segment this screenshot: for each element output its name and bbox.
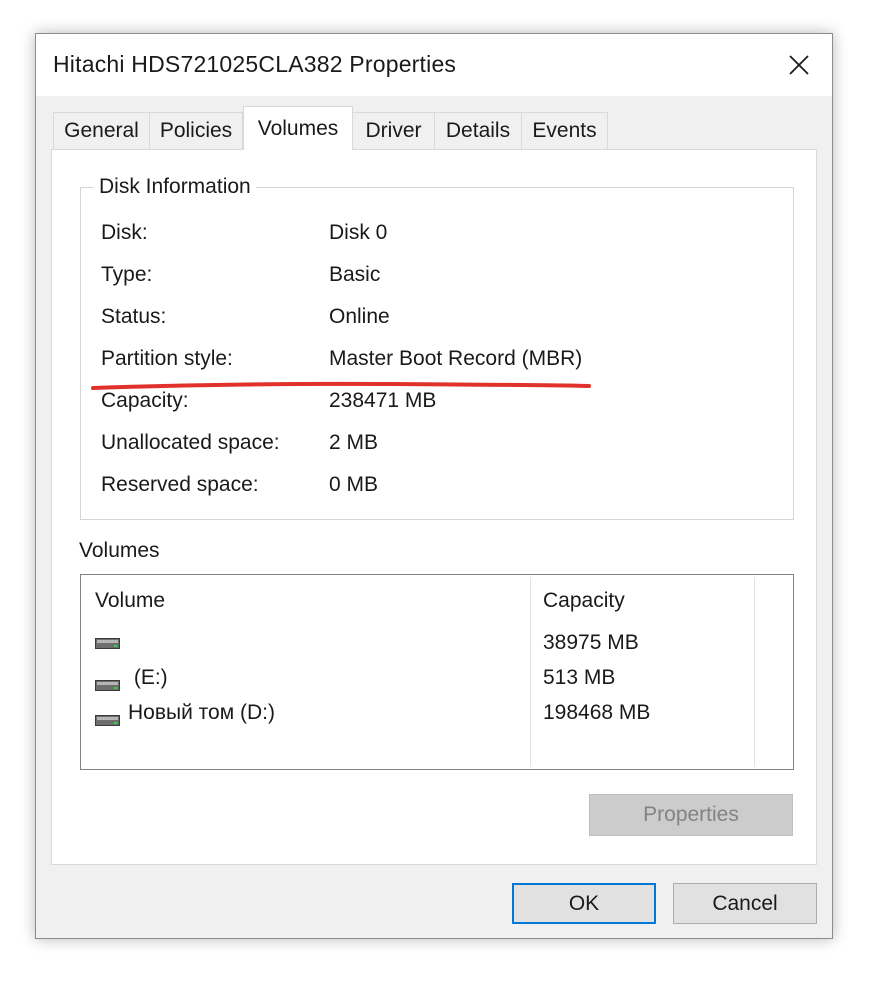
title-bar: Hitachi HDS721025CLA382 Properties: [36, 34, 832, 96]
tab-volumes[interactable]: Volumes: [243, 106, 353, 150]
type-value: Basic: [329, 263, 381, 286]
column-divider[interactable]: [530, 577, 531, 767]
close-button[interactable]: [766, 34, 832, 96]
tab-policies[interactable]: Policies: [149, 112, 243, 149]
disk-value: Disk 0: [329, 221, 388, 244]
drive-icon: [95, 631, 120, 649]
volume-row[interactable]: (E:): [95, 666, 168, 691]
column-divider[interactable]: [754, 577, 755, 767]
drive-icon: [95, 708, 120, 726]
partition-style-value: Master Boot Record (MBR): [329, 347, 583, 370]
volume-name: (E:): [128, 666, 168, 689]
cancel-button[interactable]: Cancel: [673, 883, 817, 924]
tab-details[interactable]: Details: [434, 112, 522, 149]
volume-capacity: 198468 MB: [543, 701, 651, 724]
ok-button[interactable]: OK: [512, 883, 656, 924]
volume-capacity: 38975 MB: [543, 631, 639, 654]
reserved-space-label: Reserved space:: [101, 473, 259, 496]
volume-name: Новый том (D:): [128, 701, 275, 724]
volume-row[interactable]: Новый том (D:): [95, 701, 275, 726]
tab-events[interactable]: Events: [521, 112, 608, 149]
properties-button[interactable]: Properties: [589, 794, 793, 836]
status-value: Online: [329, 305, 390, 328]
tab-driver[interactable]: Driver: [352, 112, 435, 149]
window-title: Hitachi HDS721025CLA382 Properties: [53, 51, 457, 77]
status-label: Status:: [101, 305, 167, 328]
tab-general[interactable]: General: [53, 112, 150, 149]
unallocated-space-label: Unallocated space:: [101, 431, 280, 454]
unallocated-space-value: 2 MB: [329, 431, 379, 454]
capacity-value: 238471 MB: [329, 389, 437, 412]
volumes-list[interactable]: Volume Capacity 38975 MB (E:) 513 MB Нов…: [80, 574, 794, 770]
column-header-volume[interactable]: Volume: [95, 589, 165, 613]
disk-label: Disk:: [101, 221, 148, 244]
capacity-label: Capacity:: [101, 389, 189, 412]
reserved-space-value: 0 MB: [329, 473, 379, 496]
volumes-tab-panel: Disk Information Disk: Disk 0 Type: Basi…: [51, 149, 817, 865]
drive-icon: [95, 673, 120, 691]
close-icon: [789, 55, 809, 75]
volume-capacity: 513 MB: [543, 666, 616, 689]
volumes-label: Volumes: [79, 539, 160, 562]
partition-style-label: Partition style:: [101, 347, 233, 370]
type-label: Type:: [101, 263, 153, 286]
volume-row[interactable]: [95, 631, 128, 649]
disk-information-title: Disk Information: [94, 174, 256, 200]
column-header-capacity[interactable]: Capacity: [543, 589, 625, 613]
properties-dialog: Hitachi HDS721025CLA382 Properties Gener…: [35, 33, 833, 939]
disk-information-group: Disk Information Disk: Disk 0 Type: Basi…: [80, 174, 794, 520]
